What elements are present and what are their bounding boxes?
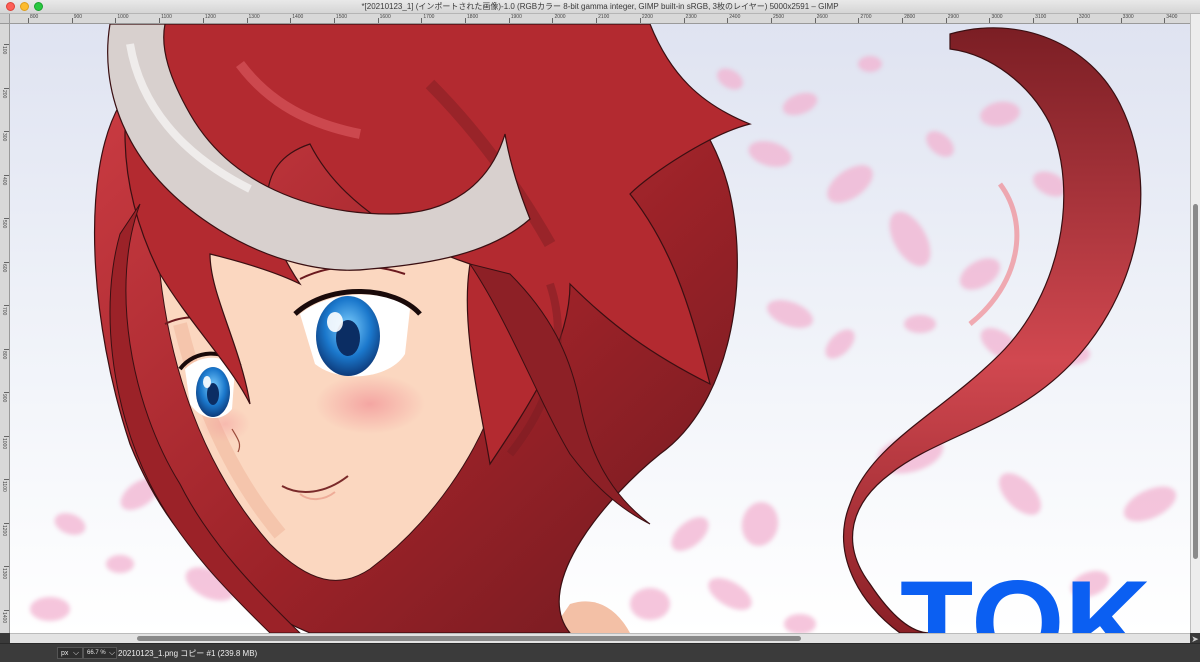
ruler-tick-label: 1500 (335, 14, 348, 20)
chevron-down-icon: ⌵ (109, 648, 116, 657)
ruler-tick-label: 2600 (816, 14, 828, 20)
ruler-tick-label: 600 (1, 263, 7, 272)
artwork: TOK (30, 24, 1177, 633)
ruler-tick-label: 2300 (685, 14, 697, 20)
ruler-tick-label: 1300 (1, 568, 7, 580)
zoom-value: 66.7 % (87, 650, 106, 656)
image-canvas[interactable]: TOK (10, 24, 1190, 633)
ruler-tick-label: 1600 (379, 14, 391, 20)
ruler-tick-label: 2900 (947, 14, 959, 20)
ruler-tick-label: 2500 (772, 14, 785, 20)
ruler-tick-label: 1200 (1, 524, 7, 536)
vertical-scrollbar[interactable] (1190, 14, 1200, 633)
ruler-tick-label: 2700 (860, 14, 872, 20)
ruler-tick-label: 1300 (248, 14, 260, 20)
ruler-tick-label: 900 (1, 394, 7, 403)
horizontal-scroll-thumb[interactable] (137, 636, 801, 641)
ruler-tick-label: 3200 (1078, 14, 1090, 20)
blush (315, 374, 425, 434)
ruler-tick-label: 2000 (554, 14, 566, 20)
window-title: *[20210123_1] (インポートされた画像)-1.0 (RGBカラー 8… (361, 2, 839, 11)
unit-value: px (61, 650, 69, 657)
ruler-tick-label: 500 (1, 220, 7, 229)
ruler-tick-label: 1000 (1, 437, 7, 449)
ruler-tick-label: 1000 (117, 14, 129, 20)
ruler-tick-label: 1200 (204, 14, 216, 20)
ruler-corner[interactable] (0, 14, 10, 24)
ruler-tick-label: 400 (1, 176, 7, 185)
ruler-tick-label: 3100 (1035, 14, 1047, 20)
ruler-tick-label: 800 (1, 350, 7, 359)
zoom-select[interactable]: 66.7 % ⌵ (83, 647, 117, 659)
unit-select[interactable]: px ⌵ (57, 647, 83, 659)
ruler-tick-label: 1700 (423, 14, 435, 20)
overlay-text: TOK (900, 556, 1151, 633)
ruler-tick-label: 1900 (510, 14, 522, 20)
ruler-tick-label: 3000 (991, 14, 1003, 20)
ruler-tick-label: 2800 (904, 14, 916, 20)
ruler-tick-label: 3400 (1166, 14, 1178, 20)
ruler-tick-label: 800 (30, 14, 39, 20)
horizontal-scrollbar[interactable] (10, 633, 1190, 643)
chevron-down-icon: ⌵ (73, 648, 80, 657)
status-message: 20210123_1.png コピー #1 (239.8 MB) (118, 649, 258, 658)
ruler-tick-label: 200 (1, 89, 7, 98)
ruler-tick-label: 900 (73, 14, 83, 20)
ruler-tick-label: 300 (1, 133, 7, 142)
ruler-tick-label: 1400 (1, 611, 7, 623)
window-titlebar: *[20210123_1] (インポートされた画像)-1.0 (RGBカラー 8… (0, 0, 1200, 14)
ruler-tick-label: 2200 (641, 14, 653, 20)
vertical-ruler[interactable]: 100 200 300 400 500 600 700 800 900 1000 1100 1200 1… (0, 24, 10, 633)
vertical-scroll-thumb[interactable] (1193, 204, 1198, 559)
status-bar: px ⌵ 66.7 % ⌵ 20210123_1.png コピー #1 (239… (0, 643, 1200, 662)
ruler-tick-label: 1400 (292, 14, 304, 20)
ruler-tick-label: 2400 (729, 14, 741, 20)
ruler-tick-label: 1100 (161, 14, 172, 20)
ruler-tick-label: 1800 (467, 14, 479, 20)
ruler-tick-label: 1100 (1, 481, 7, 492)
ruler-tick-label: 100 (1, 46, 7, 55)
ruler-tick-label: 3300 (1122, 14, 1134, 20)
ruler-tick-label: 2100 (598, 14, 610, 20)
ruler-tick-label: 700 (1, 307, 7, 316)
horizontal-ruler[interactable]: 800 900 1000 1100 1200 1300 1400 1500 1600 1700 18… (10, 14, 1190, 24)
